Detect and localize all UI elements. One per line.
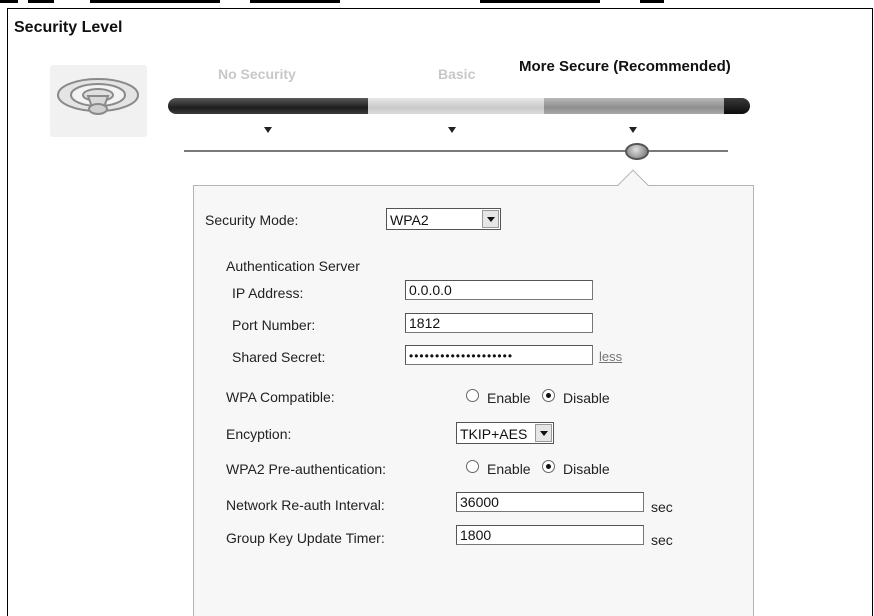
less-link[interactable]: less bbox=[599, 349, 622, 364]
chevron-down-icon[interactable] bbox=[482, 210, 499, 228]
level-label-basic[interactable]: Basic bbox=[438, 66, 475, 82]
reauth-interval-label: Network Re-auth Interval: bbox=[226, 497, 385, 513]
auth-server-heading: Authentication Server bbox=[226, 258, 360, 274]
wpa2-preauth-disable-label[interactable]: Disable bbox=[563, 461, 610, 477]
group-key-timer-unit: sec bbox=[651, 532, 673, 548]
encryption-label: Encyption: bbox=[226, 426, 292, 442]
tick-marker-icon bbox=[448, 127, 456, 133]
wpa-compatible-enable-radio[interactable] bbox=[466, 389, 479, 402]
bar-segment-more-secure bbox=[544, 98, 724, 114]
cropped-figure-caption bbox=[0, 0, 874, 5]
encryption-value: TKIP+AES bbox=[460, 426, 528, 442]
security-level-bar[interactable] bbox=[168, 98, 750, 114]
wpa2-preauth-enable-radio[interactable] bbox=[466, 460, 479, 473]
wpa2-preauth-enable-label[interactable]: Enable bbox=[487, 461, 531, 477]
group-key-timer-label: Group Key Update Timer: bbox=[226, 530, 385, 546]
wpa2-preauth-label: WPA2 Pre-authentication: bbox=[226, 461, 387, 477]
security-mode-label: Security Mode: bbox=[205, 212, 299, 228]
bar-segment-basic bbox=[368, 98, 544, 114]
ip-address-label: IP Address: bbox=[232, 285, 304, 301]
reauth-interval-input[interactable] bbox=[456, 492, 644, 512]
level-label-more-secure[interactable]: More Secure (Recommended) bbox=[519, 58, 731, 75]
port-number-label: Port Number: bbox=[232, 317, 316, 333]
wpa-compatible-disable-label[interactable]: Disable bbox=[563, 390, 610, 406]
section-title: Security Level bbox=[14, 19, 123, 36]
bar-segment-end bbox=[724, 98, 750, 114]
group-key-timer-input[interactable] bbox=[456, 525, 644, 545]
slider-thumb[interactable] bbox=[625, 143, 649, 160]
shared-secret-label: Shared Secret: bbox=[232, 349, 326, 365]
reauth-interval-unit: sec bbox=[651, 499, 673, 515]
security-mode-value: WPA2 bbox=[390, 212, 429, 228]
bar-segment-no-security bbox=[168, 98, 368, 114]
wpa-compatible-label: WPA Compatible: bbox=[226, 389, 335, 405]
wpa-compatible-enable-label[interactable]: Enable bbox=[487, 390, 531, 406]
chevron-down-icon[interactable] bbox=[535, 424, 552, 442]
wpa-compatible-disable-radio[interactable] bbox=[542, 389, 555, 402]
shared-secret-input[interactable] bbox=[405, 345, 593, 365]
tick-marker-icon bbox=[264, 127, 272, 133]
ip-address-input[interactable] bbox=[405, 280, 593, 300]
port-number-input[interactable] bbox=[405, 313, 593, 333]
security-mode-select[interactable]: WPA2 bbox=[386, 208, 501, 230]
encryption-select[interactable]: TKIP+AES bbox=[456, 422, 554, 444]
wireless-signal-icon bbox=[50, 65, 147, 137]
level-label-no-security[interactable]: No Security bbox=[218, 66, 296, 82]
wpa2-preauth-disable-radio[interactable] bbox=[542, 460, 555, 473]
tick-marker-icon bbox=[629, 127, 637, 133]
